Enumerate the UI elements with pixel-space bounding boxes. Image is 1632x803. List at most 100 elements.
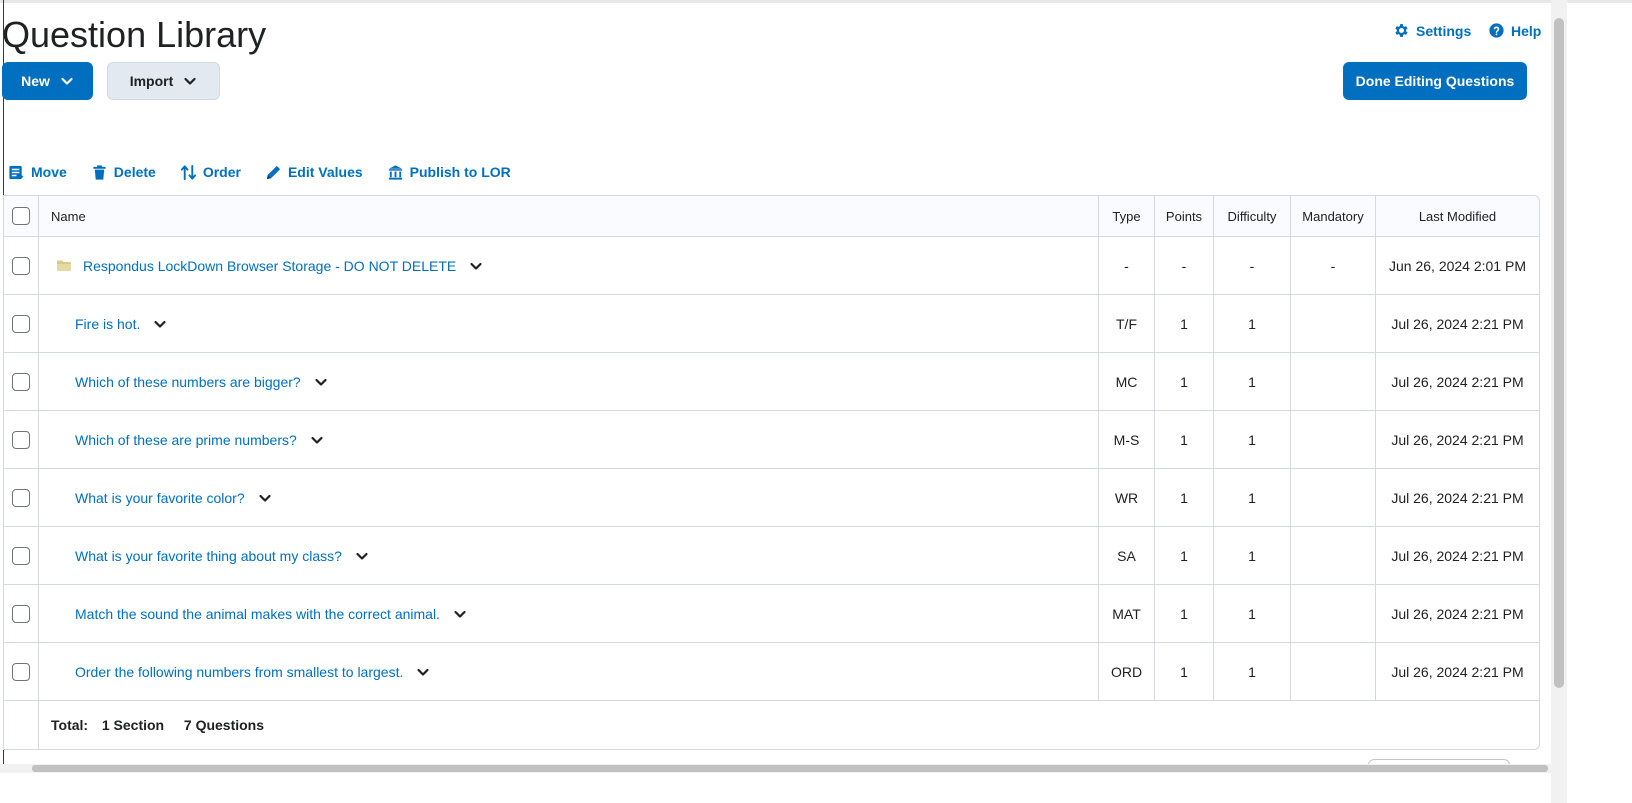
select-all-checkbox[interactable] [12, 207, 30, 225]
import-button[interactable]: Import [107, 62, 220, 100]
last-modified-cell: Jul 26, 2024 2:21 PM [1375, 526, 1539, 585]
mandatory-cell [1290, 584, 1376, 643]
new-button[interactable]: New [2, 62, 93, 100]
help-link[interactable]: Help [1488, 22, 1541, 39]
table-row: Which of these numbers are bigger? MC 1 … [4, 352, 1539, 411]
type-cell: WR [1098, 468, 1155, 527]
points-cell: 1 [1154, 526, 1214, 585]
row-checkbox[interactable] [12, 604, 30, 623]
row-actions-menu[interactable] [152, 316, 168, 332]
table-row: Which of these are prime numbers? M-S 1 … [4, 410, 1539, 469]
name-cell: Fire is hot. [38, 294, 1099, 353]
mandatory-cell [1290, 642, 1376, 701]
question-link[interactable]: Order the following numbers from smalles… [75, 664, 403, 680]
row-actions-menu[interactable] [468, 258, 484, 274]
row-actions-menu[interactable] [313, 374, 329, 390]
question-link[interactable]: Fire is hot. [75, 316, 140, 332]
pencil-icon [266, 165, 281, 179]
page-title: Question Library [2, 14, 267, 55]
difficulty-cell: 1 [1213, 526, 1291, 585]
publish-lor-icon [388, 164, 402, 180]
order-arrows-icon [180, 164, 196, 180]
row-actions-menu[interactable] [257, 490, 273, 506]
total-questions: 7 Questions [183, 717, 265, 733]
total-sections: 1 Section [101, 717, 165, 733]
column-header-name[interactable]: Name [38, 196, 1099, 237]
row-actions-menu[interactable] [415, 664, 431, 680]
done-button-label: Done Editing Questions [1355, 73, 1515, 89]
mandatory-cell [1290, 352, 1376, 411]
name-cell: Respondus LockDown Browser Storage - DO … [38, 236, 1099, 295]
column-header-last-modified[interactable]: Last Modified [1375, 196, 1539, 237]
difficulty-cell: 1 [1213, 352, 1291, 411]
settings-link[interactable]: Settings [1393, 22, 1471, 39]
row-checkbox-cell [4, 236, 39, 295]
row-checkbox[interactable] [12, 314, 30, 333]
difficulty-cell: 1 [1213, 468, 1291, 527]
last-modified-cell: Jul 26, 2024 2:21 PM [1375, 584, 1539, 643]
mandatory-cell: - [1290, 236, 1376, 295]
table-row: Fire is hot. T/F 1 1 Jul 26, 2024 2:21 P… [4, 294, 1539, 353]
bulk-action-toolbar: Move Delete Order Edit Values Publish to… [8, 160, 535, 184]
row-checkbox-cell [4, 526, 39, 585]
question-link[interactable]: Which of these numbers are bigger? [75, 374, 301, 390]
publish-to-lor-button[interactable]: Publish to LOR [387, 164, 511, 181]
question-link[interactable]: Which of these are prime numbers? [75, 432, 297, 448]
page-bottom [0, 773, 1632, 803]
difficulty-cell: 1 [1213, 642, 1291, 701]
help-label: Help [1511, 22, 1542, 39]
row-checkbox[interactable] [12, 372, 30, 391]
move-icon [9, 165, 24, 179]
table-row-section: Respondus LockDown Browser Storage - DO … [4, 236, 1539, 295]
move-button[interactable]: Move [8, 164, 67, 181]
points-cell: 1 [1154, 468, 1214, 527]
row-actions-menu[interactable] [452, 606, 468, 622]
column-header-difficulty[interactable]: Difficulty [1213, 196, 1291, 237]
row-checkbox[interactable] [12, 430, 30, 449]
name-cell: What is your favorite thing about my cla… [38, 526, 1099, 585]
total-spacer-cell [4, 700, 39, 749]
horizontal-scrollbar-thumb[interactable] [32, 765, 1548, 772]
section-link[interactable]: Respondus LockDown Browser Storage - DO … [83, 258, 456, 274]
points-cell: 1 [1154, 584, 1214, 643]
question-link[interactable]: What is your favorite thing about my cla… [75, 548, 342, 564]
column-header-mandatory[interactable]: Mandatory [1290, 196, 1376, 237]
last-modified-cell: Jul 26, 2024 2:21 PM [1375, 468, 1539, 527]
row-checkbox-cell [4, 410, 39, 469]
type-cell: M-S [1098, 410, 1155, 469]
column-header-type[interactable]: Type [1098, 196, 1155, 237]
delete-button[interactable]: Delete [91, 164, 156, 181]
horizontal-scrollbar[interactable] [0, 764, 1551, 773]
name-cell: Which of these numbers are bigger? [38, 352, 1099, 411]
chevron-down-icon [259, 494, 271, 502]
question-link[interactable]: What is your favorite color? [75, 490, 245, 506]
folder-icon [57, 260, 71, 271]
row-checkbox[interactable] [12, 256, 30, 275]
done-editing-questions-button[interactable]: Done Editing Questions [1343, 62, 1527, 100]
chevron-down-icon [470, 262, 482, 270]
mandatory-cell [1290, 468, 1376, 527]
chevron-down-icon [315, 378, 327, 386]
mandatory-cell [1290, 294, 1376, 353]
row-checkbox[interactable] [12, 546, 30, 565]
total-summary: Total: 1 Section 7 Questions [39, 717, 264, 733]
vertical-scrollbar[interactable] [1551, 0, 1567, 803]
column-header-points[interactable]: Points [1154, 196, 1214, 237]
chevron-down-icon [184, 77, 196, 85]
vertical-scrollbar-thumb[interactable] [1554, 18, 1564, 688]
row-checkbox-cell [4, 352, 39, 411]
row-checkbox[interactable] [12, 662, 30, 681]
settings-label: Settings [1416, 22, 1472, 39]
points-cell: 1 [1154, 642, 1214, 701]
name-cell: Match the sound the animal makes with th… [38, 584, 1099, 643]
table-row: What is your favorite color? WR 1 1 Jul … [4, 468, 1539, 527]
edit-values-button[interactable]: Edit Values [265, 164, 363, 181]
row-checkbox-cell [4, 294, 39, 353]
row-checkbox[interactable] [12, 488, 30, 507]
row-actions-menu[interactable] [309, 432, 325, 448]
name-cell: Which of these are prime numbers? [38, 410, 1099, 469]
points-cell: - [1154, 236, 1214, 295]
order-button[interactable]: Order [180, 164, 241, 181]
row-actions-menu[interactable] [354, 548, 370, 564]
question-link[interactable]: Match the sound the animal makes with th… [75, 606, 440, 622]
